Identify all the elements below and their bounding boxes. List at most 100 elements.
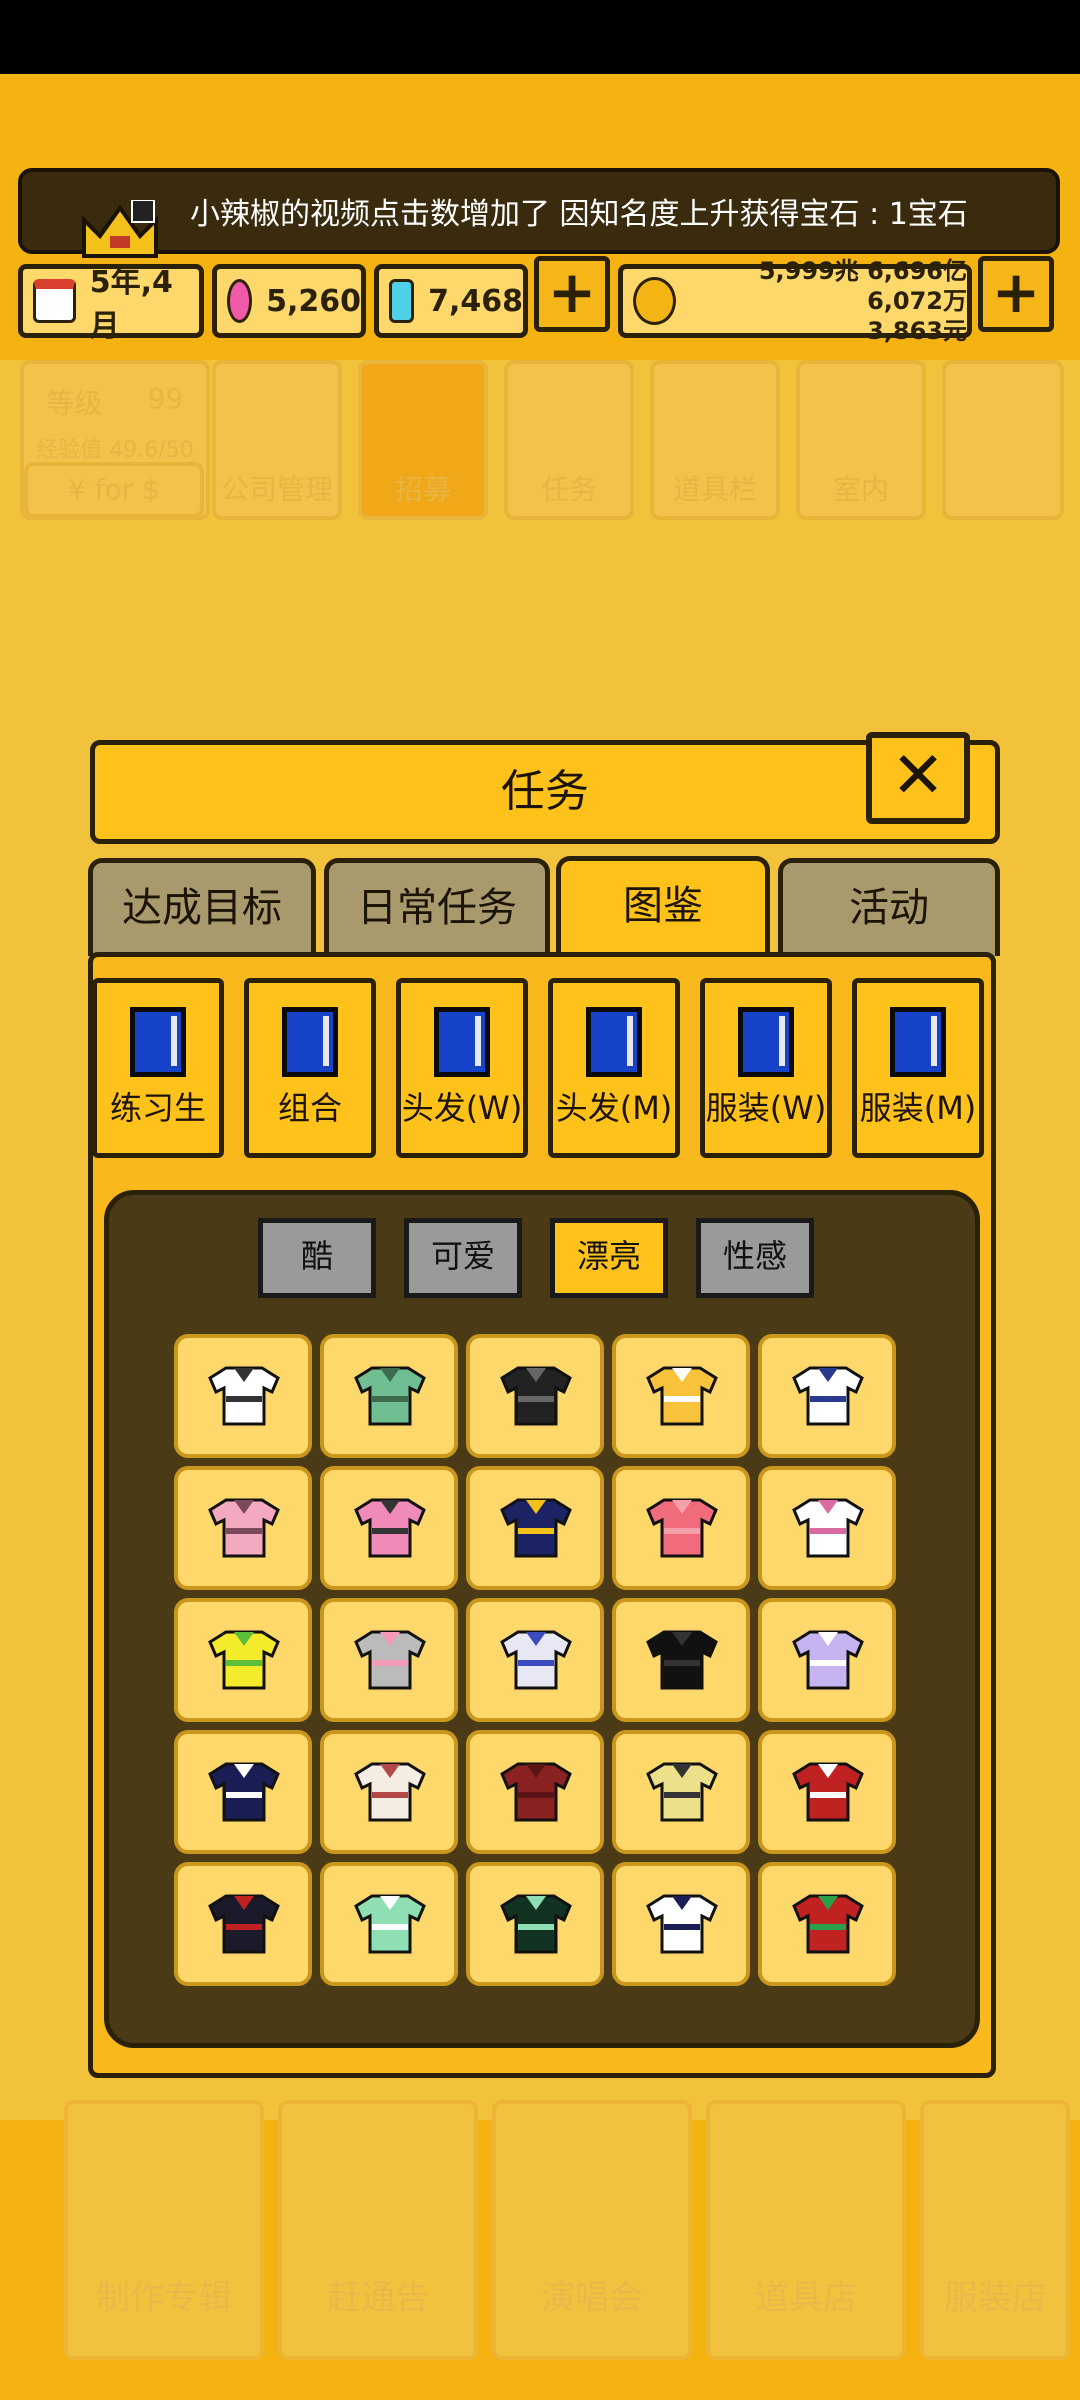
bg-bottom-concert[interactable]: 演唱会 [492,2100,692,2360]
clothing-item[interactable] [174,1466,312,1590]
clothing-item[interactable] [612,1730,750,1854]
notification-ticker: 小辣椒的视频点击数增加了 因知名度上升获得宝石 : 1宝石 [18,168,1060,254]
clothing-item[interactable] [174,1862,312,1986]
black-top-icon [646,1630,718,1690]
book-icon [282,1007,338,1077]
clothing-item[interactable] [466,1730,604,1854]
clothing-item[interactable] [612,1334,750,1458]
white-floral-top-icon [500,1630,572,1690]
tab-achievements[interactable]: 达成目标 [88,858,316,956]
clothing-item[interactable] [466,1466,604,1590]
blue-gem-display: 7,468 [374,264,528,338]
category-label: 练习生 [109,1089,206,1127]
clothing-item[interactable] [320,1334,458,1458]
lavender-top-icon [792,1630,864,1690]
red-white-top-icon [792,1762,864,1822]
exp-value: 49.6/50 [109,438,194,463]
yellow-v-top-icon [646,1366,718,1426]
clothing-item[interactable] [174,1334,312,1458]
style-filter-sexy[interactable]: 性感 [696,1218,814,1298]
book-icon [130,1007,186,1077]
clothing-item[interactable] [612,1466,750,1590]
currency-button[interactable]: ¥ for $ [24,462,204,518]
clothing-item[interactable] [758,1862,896,1986]
clothing-item[interactable] [466,1334,604,1458]
pink-gem-value: 5,260 [266,283,361,319]
add-money-button[interactable]: + [978,256,1054,332]
money-line2: 3,863元 [867,317,967,345]
clothing-item[interactable] [320,1730,458,1854]
bg-bottom-album[interactable]: 制作专辑 [64,2100,264,2360]
white-lace-top-icon [792,1498,864,1558]
category-label: 头发(M) [555,1089,673,1127]
clothing-item[interactable] [758,1334,896,1458]
category-label: 服装(M) [859,1089,977,1127]
clothing-item[interactable] [612,1862,750,1986]
tab-daily-tasks[interactable]: 日常任务 [324,858,550,956]
grey-pink-top-icon [354,1630,426,1690]
bg-menu-interior[interactable]: 室内 [796,360,926,520]
date-value: 5年,4月 [89,265,173,344]
clothing-item[interactable] [758,1730,896,1854]
bg-bottom-schedule[interactable]: 赶通告 [278,2100,478,2360]
white-navy-top-icon [646,1894,718,1954]
modal-title: 任务 [501,766,589,817]
style-filter-cool[interactable]: 酷 [258,1218,376,1298]
clothing-item[interactable] [758,1598,896,1722]
coin-icon [633,277,676,325]
khaki-top-icon [646,1762,718,1822]
bg-bottom-clothingshop[interactable]: 服装店 [920,2100,1070,2360]
tab-collection[interactable]: 图鉴 [556,856,770,960]
pink-top-icon [208,1498,280,1558]
black-red-bow-top-icon [208,1894,280,1954]
style-filter-pretty[interactable]: 漂亮 [550,1218,668,1298]
bg-menu-inventory[interactable]: 道具栏 [650,360,780,520]
category-group[interactable]: 组合 [244,978,376,1158]
clothing-item[interactable] [320,1466,458,1590]
blue-gem-icon [389,279,415,323]
pink-gem-display: 5,260 [212,264,366,338]
clothing-item[interactable] [466,1598,604,1722]
bg-menu-recruit[interactable]: 招募 [358,360,488,520]
blue-gem-value: 7,468 [428,283,523,319]
category-trainee[interactable]: 练习生 [92,978,224,1158]
clothing-item[interactable] [612,1598,750,1722]
category-clothes-men[interactable]: 服装(M) [852,978,984,1158]
white-mesh-top-icon [208,1366,280,1426]
clothing-item[interactable] [466,1862,604,1986]
bg-menu-quest[interactable]: 任务 [504,360,634,520]
yellow-green-top-icon [208,1630,280,1690]
clothing-item[interactable] [174,1730,312,1854]
book-icon [434,1007,490,1077]
navy-striped-top-icon [792,1366,864,1426]
bg-menu-extra[interactable] [942,360,1064,520]
bg-menu-company[interactable]: 公司管理 [212,360,342,520]
navy-sailor-top-icon [208,1762,280,1822]
navy-gold-jacket-icon [500,1498,572,1558]
category-label: 头发(W) [401,1089,523,1127]
pink-gem-icon [227,279,253,323]
money-line1: 5,999兆 6,696亿 6,072万 [758,257,967,315]
category-hair-women[interactable]: 头发(W) [396,978,528,1158]
category-clothes-women[interactable]: 服装(W) [700,978,832,1158]
add-gems-button[interactable]: + [534,256,610,332]
clothing-item[interactable] [320,1862,458,1986]
clothing-item[interactable] [320,1598,458,1722]
green-jacket-icon [354,1366,426,1426]
coral-striped-top-icon [646,1498,718,1558]
ticker-text: 小辣椒的视频点击数增加了 因知名度上升获得宝石 : 1宝石 [190,197,968,232]
level-label: 等级 [46,387,103,420]
book-icon [586,1007,642,1077]
style-filter-cute[interactable]: 可爱 [404,1218,522,1298]
maroon-jacket-icon [500,1762,572,1822]
date-display: 5年,4月 [18,264,204,344]
tab-events[interactable]: 活动 [778,858,1000,956]
close-button[interactable]: ✕ [866,732,970,824]
clothing-item[interactable] [174,1598,312,1722]
category-hair-men[interactable]: 头发(M) [548,978,680,1158]
cream-ruffle-top-icon [354,1762,426,1822]
book-icon [890,1007,946,1077]
category-label: 组合 [277,1089,342,1127]
bg-bottom-itemshop[interactable]: 道具店 [706,2100,906,2360]
clothing-item[interactable] [758,1466,896,1590]
